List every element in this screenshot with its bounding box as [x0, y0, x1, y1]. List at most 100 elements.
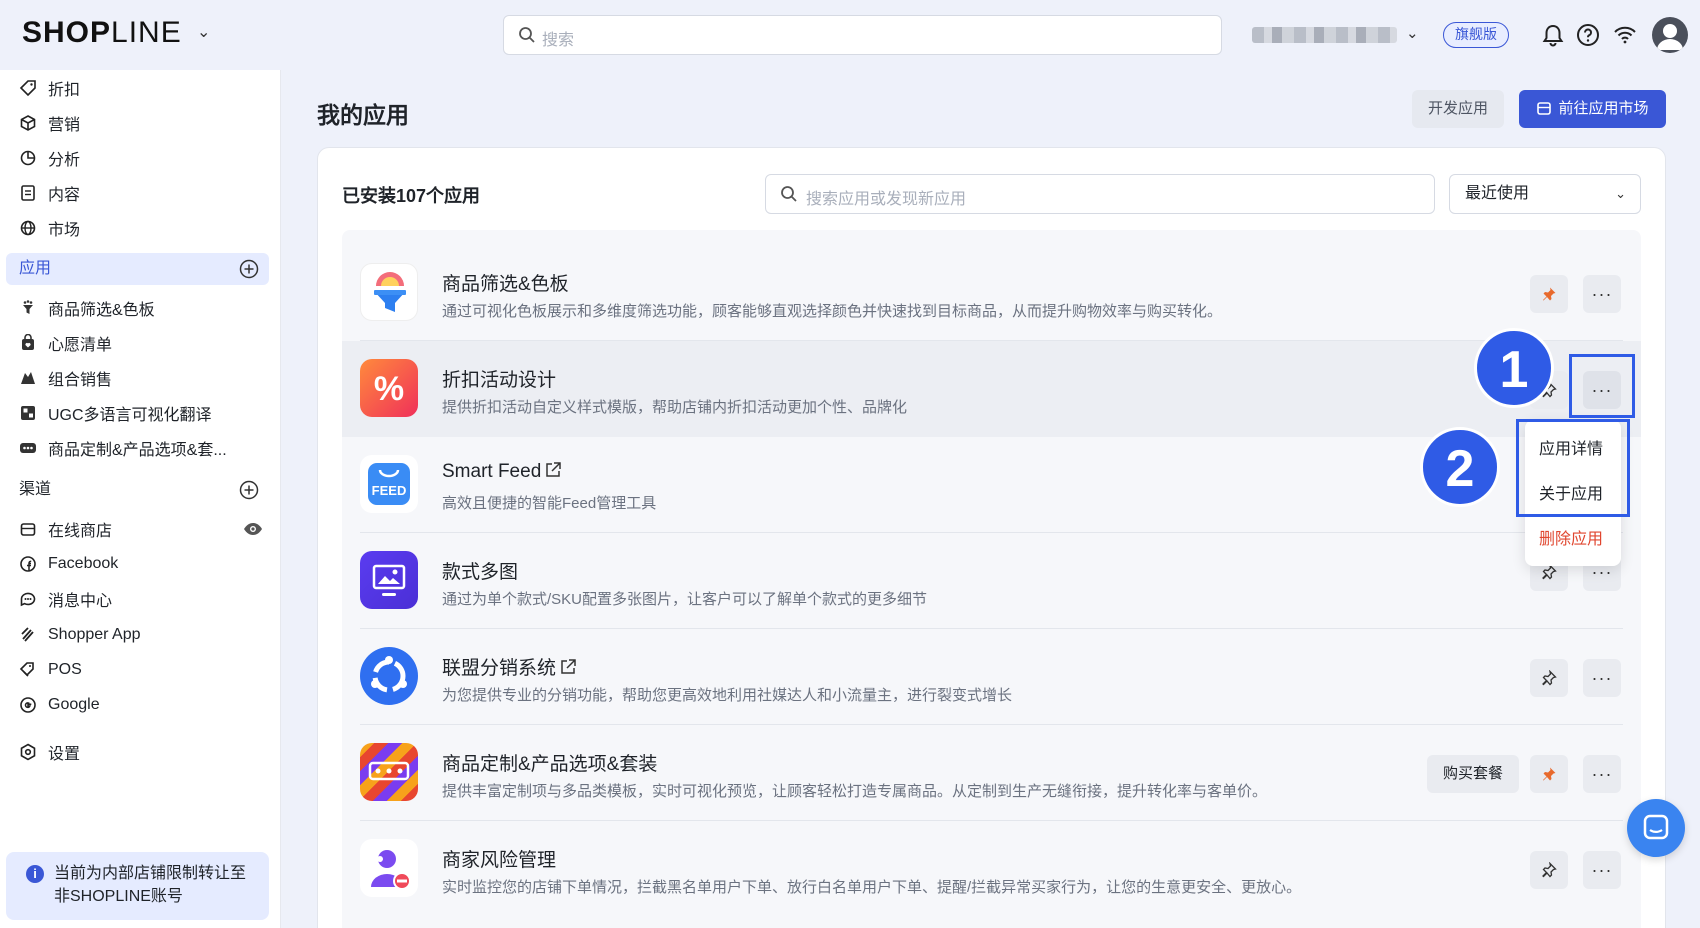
- sidebar-item-customization[interactable]: 商品定制&产品选项&套...: [18, 433, 227, 463]
- filter-app-logo: [360, 263, 418, 321]
- more-options-button[interactable]: ···: [1583, 755, 1621, 793]
- avatar[interactable]: [1652, 17, 1688, 53]
- app-description: 通过为单个款式/SKU配置多张图片，让客户可以了解单个款式的更多细节: [442, 591, 928, 608]
- sidebar-section-apps[interactable]: 应用: [6, 253, 269, 285]
- more-options-button[interactable]: ···: [1583, 275, 1621, 313]
- pin-button[interactable]: [1530, 275, 1568, 313]
- app-description: 高效且便捷的智能Feed管理工具: [442, 495, 657, 512]
- bundle-icon: [18, 368, 38, 388]
- app-name: 商品定制&产品选项&套装: [442, 754, 658, 775]
- develop-app-button[interactable]: 开发应用: [1412, 90, 1504, 128]
- multi-image-logo: [360, 551, 418, 609]
- sidebar-item-bundle[interactable]: 组合销售: [18, 363, 112, 393]
- chevron-down-icon[interactable]: ⌄: [197, 22, 210, 42]
- go-app-market-button[interactable]: 前往应用市场: [1519, 90, 1666, 128]
- sidebar-item-ugc-translate[interactable]: UGC多语言可视化翻译: [18, 398, 212, 428]
- bell-icon[interactable]: [1540, 22, 1566, 48]
- sidebar-item-discount[interactable]: 折扣: [18, 73, 80, 103]
- callout-step-1: 1: [1474, 328, 1554, 408]
- app-description: 提供折扣活动自定义样式模版，帮助店铺内折扣活动更加个性、品牌化: [442, 399, 908, 416]
- pin-filled-icon: [1543, 287, 1556, 301]
- top-bar: SHOPLINE ⌄ 搜索 ⌄ 旗舰版: [0, 0, 1700, 70]
- shopper-icon: [18, 625, 38, 645]
- restriction-notice: i 当前为内部店铺限制转让至非SHOPLINE账号: [6, 852, 269, 920]
- cube-icon: [18, 113, 38, 133]
- store-icon: [1537, 102, 1552, 115]
- add-channel-icon[interactable]: [239, 480, 259, 500]
- chat-button[interactable]: [1627, 799, 1685, 857]
- sidebar-item-market[interactable]: 市场: [18, 213, 80, 243]
- app-name: 联盟分销系统: [442, 653, 577, 680]
- menu-item-delete-app[interactable]: 删除应用: [1539, 525, 1603, 549]
- pin-icon: [1542, 564, 1557, 580]
- external-link-icon[interactable]: [559, 658, 577, 676]
- app-row[interactable]: 联盟分销系统 为您提供专业的分销功能，帮助您更高效地利用社媒达人和小流量主，进行…: [342, 629, 1641, 725]
- smart-feed-logo: FEED: [360, 455, 418, 513]
- sidebar-item-content[interactable]: 内容: [18, 178, 80, 208]
- pin-icon: [1542, 862, 1557, 878]
- add-app-icon[interactable]: [239, 259, 259, 279]
- search-icon: [781, 186, 797, 202]
- sidebar-item-analytics[interactable]: 分析: [18, 143, 80, 173]
- app-name: 商品筛选&色板: [442, 274, 569, 295]
- info-icon: i: [26, 865, 44, 883]
- risk-management-logo: [360, 839, 418, 897]
- installed-count: 已安装107个应用: [342, 186, 481, 206]
- sidebar: 折扣 营销 分析 内容 市场 应用 商品筛选&色板 心愿清单 组合销售 UGC多…: [0, 70, 281, 928]
- chat-icon: [1643, 814, 1669, 840]
- wifi-icon[interactable]: [1612, 22, 1638, 48]
- eye-icon[interactable]: [243, 520, 263, 538]
- plan-badge: 旗舰版: [1443, 22, 1509, 48]
- app-description: 实时监控您的店铺下单情况，拦截黑名单用户下单、放行白名单用户下单、提醒/拦截异常…: [442, 879, 1302, 896]
- pin-button[interactable]: [1530, 659, 1568, 697]
- store-icon: [18, 519, 38, 539]
- external-link-icon[interactable]: [544, 461, 562, 479]
- pin-button[interactable]: [1530, 755, 1568, 793]
- app-description: 提供丰富定制项与多品类模板，实时可视化预览，让顾客轻松打造专属商品。从定制到生产…: [442, 783, 1268, 800]
- sidebar-section-channels[interactable]: 渠道: [6, 474, 269, 506]
- sidebar-item-marketing[interactable]: 营销: [18, 108, 80, 138]
- more-options-button[interactable]: ···: [1583, 851, 1621, 889]
- app-search-placeholder: 搜索应用或发现新应用: [806, 191, 967, 208]
- store-chevron-down-icon[interactable]: ⌄: [1406, 24, 1419, 42]
- sidebar-item-shopper-app[interactable]: Shopper App: [18, 620, 141, 650]
- app-row[interactable]: 商家风险管理 实时监控您的店铺下单情况，拦截黑名单用户下单、放行白名单用户下单、…: [342, 821, 1641, 917]
- buy-package-button[interactable]: 购买套餐: [1427, 755, 1519, 793]
- sort-select[interactable]: 最近使用 ⌄: [1449, 174, 1641, 214]
- discount-app-logo: %: [360, 359, 418, 417]
- app-search-input[interactable]: 搜索应用或发现新应用: [765, 174, 1435, 214]
- app-row[interactable]: 商品筛选&色板 通过可视化色板展示和多维度筛选功能，顾客能够直观选择颜色并快速找…: [342, 245, 1641, 341]
- search-placeholder: 搜索: [542, 32, 575, 49]
- sidebar-item-pos[interactable]: POS: [18, 655, 82, 685]
- svg-text:%: %: [374, 370, 404, 408]
- tag-icon: [18, 78, 38, 98]
- global-search-input[interactable]: 搜索: [503, 15, 1222, 55]
- store-name-blurred[interactable]: [1252, 27, 1397, 43]
- highlight-menu-items: [1516, 419, 1630, 517]
- more-options-button[interactable]: ···: [1583, 659, 1621, 697]
- app-name: Smart Feed: [442, 461, 562, 483]
- help-icon[interactable]: [1575, 22, 1601, 48]
- google-icon: [18, 695, 38, 715]
- shopline-logo[interactable]: SHOPLINE: [22, 16, 182, 50]
- pin-button[interactable]: [1530, 851, 1568, 889]
- app-row[interactable]: 商品定制&产品选项&套装 提供丰富定制项与多品类模板，实时可视化预览，让顾客轻松…: [342, 725, 1641, 821]
- app-row[interactable]: 款式多图 通过为单个款式/SKU配置多张图片，让客户可以了解单个款式的更多细节 …: [342, 533, 1641, 629]
- app-row[interactable]: % 折扣活动设计 提供折扣活动自定义样式模版，帮助店铺内折扣活动更加个性、品牌化…: [342, 341, 1641, 437]
- sidebar-item-settings[interactable]: 设置: [18, 737, 80, 767]
- sidebar-item-google[interactable]: Google: [18, 690, 100, 720]
- sidebar-item-wishlist[interactable]: 心愿清单: [18, 328, 112, 358]
- pos-icon: [18, 660, 38, 680]
- sidebar-item-filter-app[interactable]: 商品筛选&色板: [18, 293, 155, 323]
- chevron-down-icon: ⌄: [1615, 186, 1626, 201]
- affiliate-app-logo: [360, 647, 418, 705]
- page-title: 我的应用: [317, 102, 409, 128]
- app-name: 款式多图: [442, 562, 519, 583]
- sidebar-item-online-store[interactable]: 在线商店: [18, 514, 263, 544]
- pin-filled-icon: [1543, 767, 1556, 781]
- message-icon: [18, 589, 38, 609]
- pin-icon: [1542, 670, 1557, 686]
- customization-app-logo: [360, 743, 418, 801]
- sidebar-item-message-center[interactable]: 消息中心: [18, 584, 112, 614]
- sidebar-item-facebook[interactable]: Facebook: [18, 549, 118, 579]
